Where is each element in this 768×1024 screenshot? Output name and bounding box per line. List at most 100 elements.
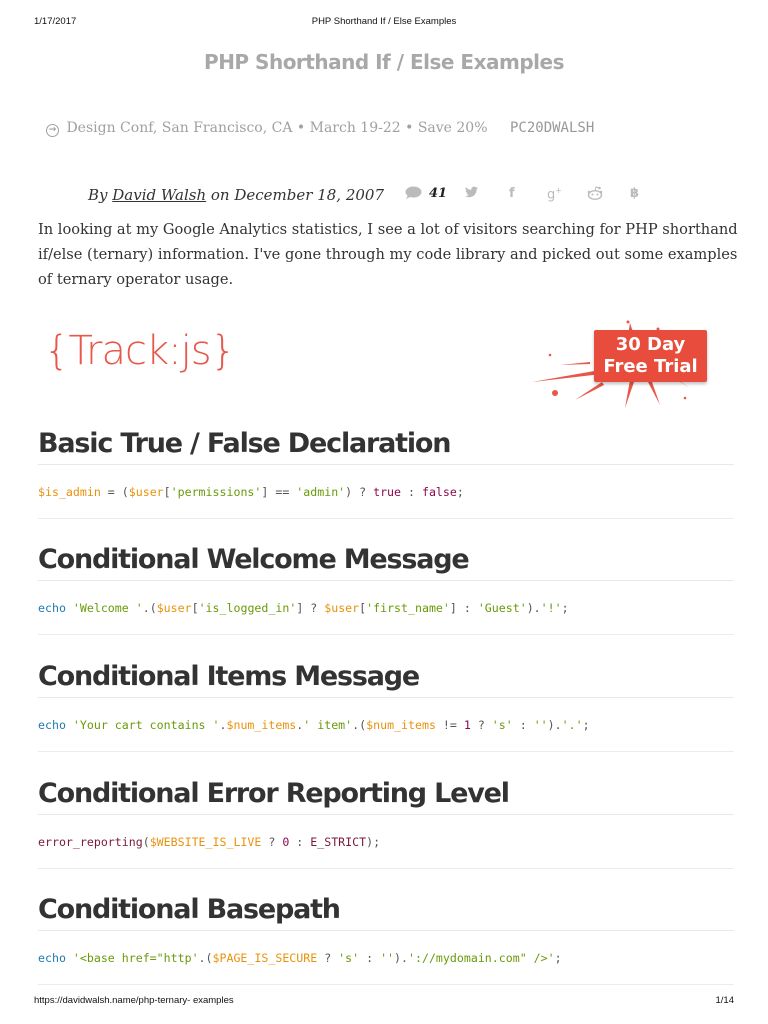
- code-token: ] ?: [296, 601, 325, 615]
- byline-prefix: By: [88, 186, 108, 204]
- code-token: echo: [38, 601, 66, 615]
- code-token: 'Your cart contains ': [72, 718, 220, 732]
- code-token: (: [142, 835, 150, 849]
- page-number: 1/14: [715, 995, 735, 1006]
- code-token: false: [421, 485, 457, 499]
- code-token: .(: [142, 601, 157, 615]
- code-token: ).: [547, 718, 562, 732]
- section-heading: Conditional Error Reporting Level: [38, 778, 510, 809]
- code-block: echo '<base href="http'.($PAGE_IS_SECURE…: [38, 951, 734, 967]
- badge-line-1: 30 Day: [615, 334, 686, 355]
- section-heading: Basic True / False Declaration: [38, 428, 451, 459]
- code-token: error_reporting: [38, 835, 143, 849]
- promo-text[interactable]: Design Conf, San Francisco, CA • March 1…: [66, 120, 487, 136]
- publish-date: December 18, 2007: [234, 186, 384, 204]
- divider: [38, 634, 734, 635]
- code-token: 'Guest': [477, 601, 527, 615]
- divider: [38, 518, 734, 519]
- code-token: ?: [261, 835, 283, 849]
- divider: [38, 751, 734, 752]
- divider: [38, 464, 734, 465]
- code-token: !=: [435, 718, 464, 732]
- reddit-icon[interactable]: [587, 186, 603, 204]
- trackjs-ad[interactable]: {Track:js} 30 Day Free Trial: [38, 320, 738, 410]
- promo-code: PC20DWALSH: [509, 120, 595, 136]
- code-token: = (: [100, 485, 129, 499]
- code-token: ] :: [449, 601, 478, 615]
- code-token: '<base href="http': [72, 951, 199, 965]
- code-token: ;: [554, 951, 562, 965]
- code-token: 'first_name': [366, 601, 450, 615]
- code-token: $PAGE_IS_SECURE: [212, 951, 318, 965]
- code-token: ?: [317, 951, 339, 965]
- divider: [38, 814, 734, 815]
- code-token: ;: [456, 485, 464, 499]
- code-token: 'Welcome ': [72, 601, 143, 615]
- comment-icon[interactable]: [405, 186, 422, 204]
- code-token: ?: [470, 718, 492, 732]
- code-token: :: [359, 951, 381, 965]
- divider: [38, 984, 734, 985]
- code-token: 'admin': [296, 485, 346, 499]
- section-heading: Conditional Basepath: [38, 894, 341, 925]
- code-token: ;: [582, 718, 590, 732]
- code-token: $user: [128, 485, 164, 499]
- promo-banner[interactable]: → Design Conf, San Francisco, CA • March…: [46, 120, 594, 137]
- code-token: ).: [394, 951, 409, 965]
- code-token: 'is_logged_in': [198, 601, 297, 615]
- code-block: echo 'Your cart contains '.$num_items.' …: [38, 718, 734, 734]
- section-items-message: Conditional Items Message echo 'Your car…: [38, 658, 734, 752]
- code-token: :: [512, 718, 534, 732]
- code-token: .(: [352, 718, 367, 732]
- code-token: ).: [526, 601, 541, 615]
- trackjs-logo[interactable]: {Track:js}: [44, 328, 236, 374]
- code-token: '.': [561, 718, 583, 732]
- code-token: $num_items: [226, 718, 297, 732]
- section-basepath: Conditional Basepath echo '<base href="h…: [38, 891, 734, 985]
- code-token: $is_admin: [38, 485, 101, 499]
- code-token: E_STRICT: [310, 835, 367, 849]
- section-welcome-message: Conditional Welcome Message echo 'Welcom…: [38, 541, 734, 635]
- code-token: :: [401, 485, 422, 499]
- code-block: $is_admin = ($user['permissions'] == 'ad…: [38, 485, 734, 501]
- divider: [38, 580, 734, 581]
- byline-middle: on: [210, 186, 230, 204]
- code-token: :: [289, 835, 311, 849]
- page-url: https://davidwalsh.name/php-ternary- exa…: [34, 995, 234, 1006]
- code-token: 1: [463, 718, 471, 732]
- code-token: echo: [38, 718, 66, 732]
- divider: [38, 930, 734, 931]
- code-token: true: [373, 485, 402, 499]
- code-token: $user: [156, 601, 192, 615]
- google-plus-icon[interactable]: g+: [547, 186, 562, 202]
- code-token: '': [533, 718, 548, 732]
- intro-paragraph: In looking at my Google Analytics statis…: [38, 221, 738, 288]
- author-link[interactable]: David Walsh: [112, 186, 206, 204]
- page-title: PHP Shorthand If / Else Examples: [204, 50, 564, 74]
- code-block: error_reporting($WEBSITE_IS_LIVE ? 0 : E…: [38, 835, 734, 851]
- free-trial-badge[interactable]: 30 Day Free Trial: [594, 330, 707, 382]
- code-token: $WEBSITE_IS_LIVE: [149, 835, 262, 849]
- code-token: $num_items: [366, 718, 436, 732]
- code-token: $user: [324, 601, 360, 615]
- code-token: '://mydomain.com" />': [408, 951, 555, 965]
- print-header: 1/17/2017 PHP Shorthand If / Else Exampl…: [34, 16, 734, 30]
- code-token: 's': [491, 718, 513, 732]
- code-token: [: [163, 485, 171, 499]
- code-token: );: [366, 835, 381, 849]
- section-heading: Conditional Welcome Message: [38, 544, 470, 575]
- divider: [38, 868, 734, 869]
- divider: [38, 697, 734, 698]
- code-token: .(: [198, 951, 213, 965]
- twitter-icon[interactable]: [465, 186, 478, 202]
- comment-count[interactable]: 41: [429, 186, 447, 201]
- section-error-reporting: Conditional Error Reporting Level error_…: [38, 775, 734, 869]
- bitcoin-icon[interactable]: ฿: [630, 186, 639, 201]
- facebook-icon[interactable]: f: [509, 186, 515, 201]
- code-token: 's': [338, 951, 360, 965]
- code-token: '!': [540, 601, 562, 615]
- code-token: ' item': [303, 718, 353, 732]
